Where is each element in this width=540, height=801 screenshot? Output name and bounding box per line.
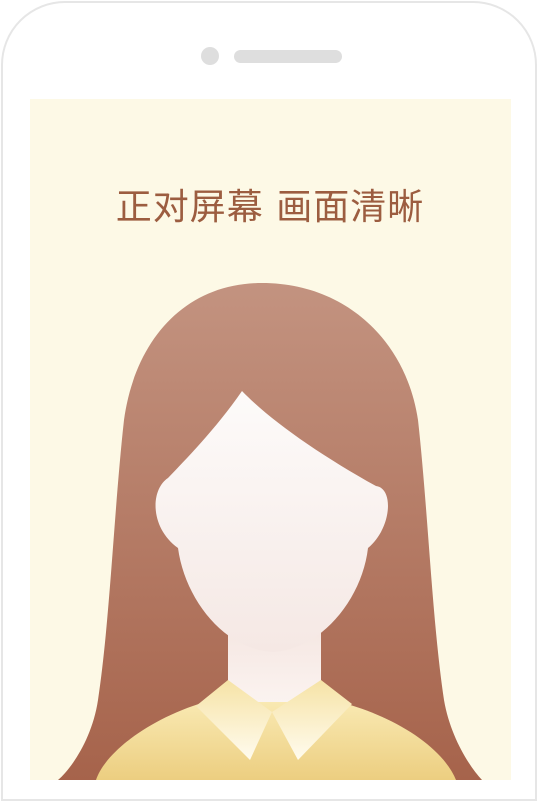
female-avatar-silhouette — [58, 283, 482, 780]
instruction-text: 正对屏幕 画面清晰 — [115, 187, 425, 228]
